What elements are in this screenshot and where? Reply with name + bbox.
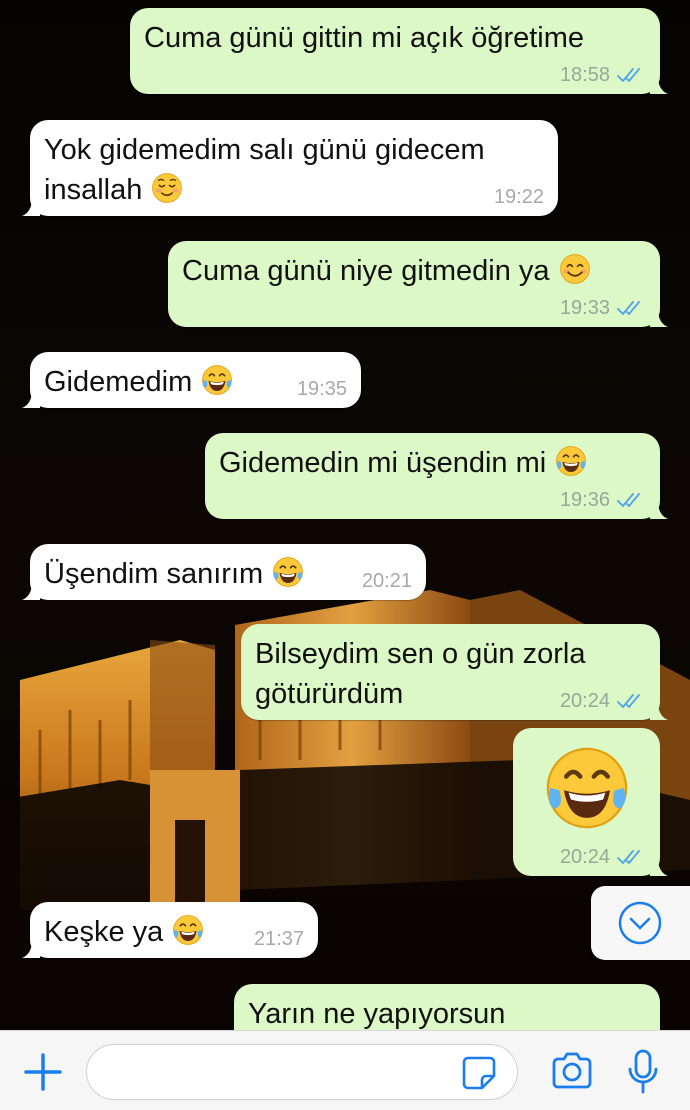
incoming-message-bubble[interactable]: Yok gidemedim salı günü gidecem insallah… [22,120,558,216]
message-input-bar [0,1030,690,1110]
smiling-face-emoji [559,254,590,284]
message-meta: 19:22 [494,186,544,208]
message-meta: 18:58 [560,64,646,86]
tears-of-joy-face-emoji [273,557,304,587]
message-meta: 19:36 [560,489,646,511]
message-time: 20:24 [559,846,610,868]
bubble-tail [22,582,40,600]
microphone-icon[interactable] [626,1049,660,1095]
message-meta: 21:37 [254,928,304,950]
bubble-tail [22,198,40,216]
bubble-tail [650,858,668,876]
message-input[interactable] [86,1044,518,1100]
read-ticks-icon [617,694,640,708]
read-ticks-icon [617,493,640,507]
message-time: 19:22 [493,186,544,208]
outgoing-message-bubble[interactable]: Yarın ne yapıyorsun21:41 [234,984,660,1030]
bubble-tail [650,702,668,720]
bubble-tail [650,76,668,94]
outgoing-message-bubble[interactable]: Gidemedin mi üşendin mi 19:36 [205,433,668,519]
message-time: 19:35 [296,378,347,400]
incoming-message-bubble[interactable]: Keşke ya 21:37 [22,902,318,958]
message-time: 20:21 [361,570,412,592]
chat-area[interactable]: Cuma günü gittin mi açık öğretime 18:58 Yo… [0,0,690,1030]
sticker-icon[interactable] [460,1054,498,1092]
incoming-message-bubble[interactable]: Gidemedim 19:35 [22,352,361,408]
read-ticks-icon [617,68,640,82]
message-time: 20:24 [559,690,610,712]
scroll-to-bottom-button[interactable] [591,886,690,960]
tears-of-joy-face-emoji [556,446,587,476]
message-meta: 20:21 [362,570,412,592]
chevron-down-circle-icon [618,901,662,945]
message-text: Yarın ne yapıyorsun [248,998,506,1030]
tears-of-joy-face-emoji [173,915,204,945]
message-text: Üşendim sanırım [44,554,412,594]
outgoing-message-bubble[interactable]: 20:24 [513,728,668,876]
message-text: Yok gidemedim salı günü gidecem insallah [44,134,485,206]
camera-icon[interactable] [550,1051,594,1091]
message-text [527,742,646,834]
outgoing-message-bubble[interactable]: Cuma günü niye gitmedin ya 19:33 [168,241,668,327]
read-ticks-icon [617,301,640,315]
relieved-face-emoji [152,173,183,203]
plus-icon[interactable] [22,1051,64,1093]
message-text: Gidemedin mi üşendin mi [219,443,646,483]
bubble-tail [22,390,40,408]
tears-of-joy-face-emoji [546,747,627,829]
bubble-tail [650,309,668,327]
message-meta: 20:24 [560,690,646,712]
message-time: 19:33 [559,297,610,319]
incoming-message-bubble[interactable]: Üşendim sanırım 20:21 [22,544,426,600]
message-text: Cuma günü niye gitmedin ya [182,251,646,291]
tears-of-joy-face-emoji [202,365,233,395]
read-ticks-icon [617,850,640,864]
message-time: 21:37 [253,928,304,950]
message-meta: 19:33 [560,297,646,319]
bubble-tail [650,501,668,519]
outgoing-message-bubble[interactable]: Cuma günü gittin mi açık öğretime 18:58 [130,8,668,94]
message-time: 19:36 [559,489,610,511]
outgoing-message-bubble[interactable]: Bilseydim sen o gün zorla götürürdüm 20:2… [241,624,668,720]
message-time: 18:58 [559,64,610,86]
message-meta: 20:24 [560,846,646,868]
bubble-tail [22,940,40,958]
message-meta: 19:35 [297,378,347,400]
message-text: Cuma günü gittin mi açık öğretime [144,22,585,54]
